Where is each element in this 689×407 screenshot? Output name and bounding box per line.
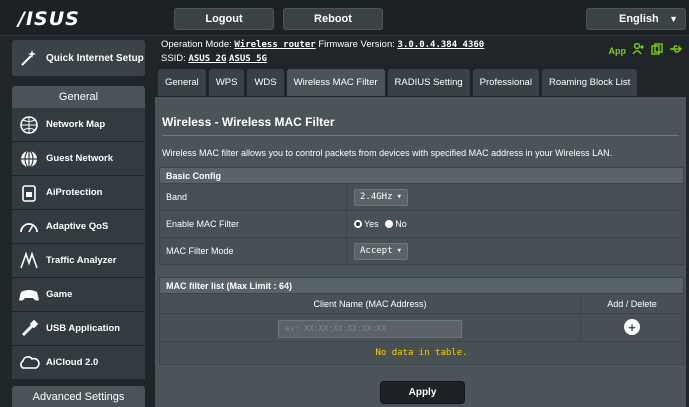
logout-button[interactable]: Logout	[174, 8, 274, 30]
apply-button[interactable]: Apply	[380, 381, 465, 404]
radio-unselected-icon	[385, 219, 394, 228]
mac-filter-mode-select[interactable]: Accept ▾	[354, 242, 408, 260]
main-panel: Wireless - Wireless MAC Filter Wireless …	[155, 97, 686, 407]
sidebar-item-adaptive-qos[interactable]: Adaptive QoS	[12, 210, 145, 244]
mac-address-input[interactable]: ex: XX:XX:XX:XX:XX:XX	[278, 319, 462, 338]
chevron-down-icon: ▾	[396, 246, 402, 256]
add-plus-icon[interactable]: +	[624, 319, 640, 335]
radio-selected-icon	[354, 219, 362, 228]
basic-config-header: Basic Config	[159, 167, 684, 184]
sidebar-general-header: General	[12, 86, 145, 108]
wand-icon	[18, 47, 40, 69]
client-name-column-header: Client Name (MAC Address)	[159, 293, 581, 314]
sidebar-item-aiprotection[interactable]: AiProtection	[12, 176, 145, 210]
operation-mode-link[interactable]: Wireless router	[234, 40, 315, 50]
sidebar-item-traffic-analyzer[interactable]: Traffic Analyzer	[12, 244, 145, 278]
network-map-icon	[18, 114, 40, 136]
mac-filter-mode-label: MAC Filter Mode	[159, 237, 347, 265]
table-row: Enable MAC Filter Yes No	[159, 210, 684, 238]
mac-filter-mode-cell: Accept ▾	[346, 237, 684, 265]
globe-icon	[18, 148, 40, 170]
band-value: 2.4GHz	[360, 192, 393, 202]
tab-wps[interactable]: WPS	[208, 69, 245, 96]
table-row: MAC Filter Mode Accept ▾	[159, 237, 684, 265]
table-row: ex: XX:XX:XX:XX:XX:XX +	[159, 313, 684, 342]
chevron-down-icon: ▼	[669, 14, 678, 24]
ssid-2g-link[interactable]: ASUS_2G	[188, 54, 226, 64]
gamepad-icon	[18, 284, 40, 306]
sidebar-item-aicloud[interactable]: AiCloud 2.0	[12, 346, 145, 380]
tab-wireless-mac-filter[interactable]: Wireless MAC Filter	[286, 69, 385, 96]
sidebar-item-label: Traffic Analyzer	[46, 255, 117, 266]
tab-wds[interactable]: WDS	[247, 69, 284, 96]
ssid-5g-link[interactable]: ASUS_5G	[229, 54, 267, 64]
page-title: Wireless - Wireless MAC Filter	[162, 115, 335, 129]
chevron-down-icon: ▾	[396, 192, 402, 202]
no-data-message: No data in table.	[159, 341, 684, 365]
tab-radius-setting[interactable]: RADIUS Setting	[387, 69, 470, 96]
clients-icon[interactable]	[632, 42, 645, 59]
lock-icon	[18, 182, 40, 204]
mac-list-header: MAC filter list (Max Limit : 64)	[159, 277, 684, 294]
mac-filter-mode-value: Accept	[360, 246, 393, 256]
page-description: Wireless MAC filter allows you to contro…	[162, 148, 613, 158]
operation-mode-label: Operation Mode:	[161, 39, 232, 50]
sidebar-general: General Network Map Guest Network AiProt…	[12, 86, 145, 380]
band-cell: 2.4GHz ▾	[346, 183, 684, 211]
add-delete-column-header: Add / Delete	[580, 293, 684, 314]
no-label: No	[395, 218, 407, 229]
sidebar-item-label: AiCloud 2.0	[46, 357, 99, 368]
table-row: Band 2.4GHz ▾	[159, 183, 684, 211]
add-cell: +	[580, 313, 684, 342]
basic-config-table: Basic Config Band 2.4GHz ▾ Enable MAC Fi…	[159, 167, 684, 265]
status-icons: App	[609, 42, 683, 59]
sidebar-item-guest-network[interactable]: Guest Network	[12, 142, 145, 176]
copy-icon[interactable]	[651, 43, 663, 59]
sidebar-item-game[interactable]: Game	[12, 278, 145, 312]
status-bar: Operation Mode: Wireless router Firmware…	[161, 38, 686, 68]
sidebar-item-label: Game	[46, 289, 73, 300]
mac-input-cell: ex: XX:XX:XX:XX:XX:XX	[159, 313, 581, 342]
yes-label: Yes	[364, 218, 379, 229]
sidebar-item-label: Guest Network	[46, 153, 114, 164]
language-select[interactable]: English ▼	[586, 8, 686, 30]
enable-mac-filter-cell: Yes No	[346, 210, 684, 238]
tab-roaming-block-list[interactable]: Roaming Block List	[541, 69, 638, 96]
quick-setup-label: Quick Internet Setup	[46, 52, 144, 64]
gauge-icon	[18, 216, 40, 238]
sidebar-item-label: USB Application	[46, 323, 121, 334]
cloud-icon	[18, 352, 40, 374]
asus-logo: /ISUS	[18, 8, 80, 30]
band-label: Band	[159, 183, 347, 211]
sidebar-item-usb-application[interactable]: USB Application	[12, 312, 145, 346]
tab-general[interactable]: General	[158, 69, 206, 96]
title-divider	[162, 135, 679, 136]
tab-professional[interactable]: Professional	[472, 69, 539, 96]
sidebar-item-network-map[interactable]: Network Map	[12, 108, 145, 142]
top-bar: /ISUS Logout Reboot English ▼	[0, 0, 689, 36]
usb-status-icon[interactable]	[669, 43, 682, 59]
traffic-icon	[18, 250, 40, 272]
reboot-button[interactable]: Reboot	[283, 8, 383, 30]
sidebar-item-label: AiProtection	[46, 187, 103, 198]
firmware-link[interactable]: 3.0.0.4.384_4360	[398, 40, 485, 50]
enable-no-radio[interactable]: No	[385, 219, 407, 229]
language-value: English	[619, 13, 659, 25]
sidebar-item-label: Network Map	[46, 119, 106, 130]
band-select[interactable]: 2.4GHz ▾	[354, 188, 408, 206]
mac-filter-list-table: MAC filter list (Max Limit : 64) Client …	[159, 277, 684, 365]
quick-internet-setup-button[interactable]: Quick Internet Setup	[12, 40, 145, 76]
ssid-label: SSID:	[161, 53, 186, 64]
tab-bar: General WPS WDS Wireless MAC Filter RADI…	[158, 69, 638, 96]
usb-icon	[18, 318, 40, 340]
app-link[interactable]: App	[609, 45, 627, 58]
firmware-label: Firmware Version:	[318, 39, 395, 50]
sidebar-advanced-header[interactable]: Advanced Settings	[12, 386, 145, 407]
table-row: No data in table.	[159, 341, 684, 365]
sidebar-item-label: Adaptive QoS	[46, 221, 109, 232]
enable-yes-radio[interactable]: Yes	[354, 219, 379, 229]
enable-mac-filter-label: Enable MAC Filter	[159, 210, 347, 238]
